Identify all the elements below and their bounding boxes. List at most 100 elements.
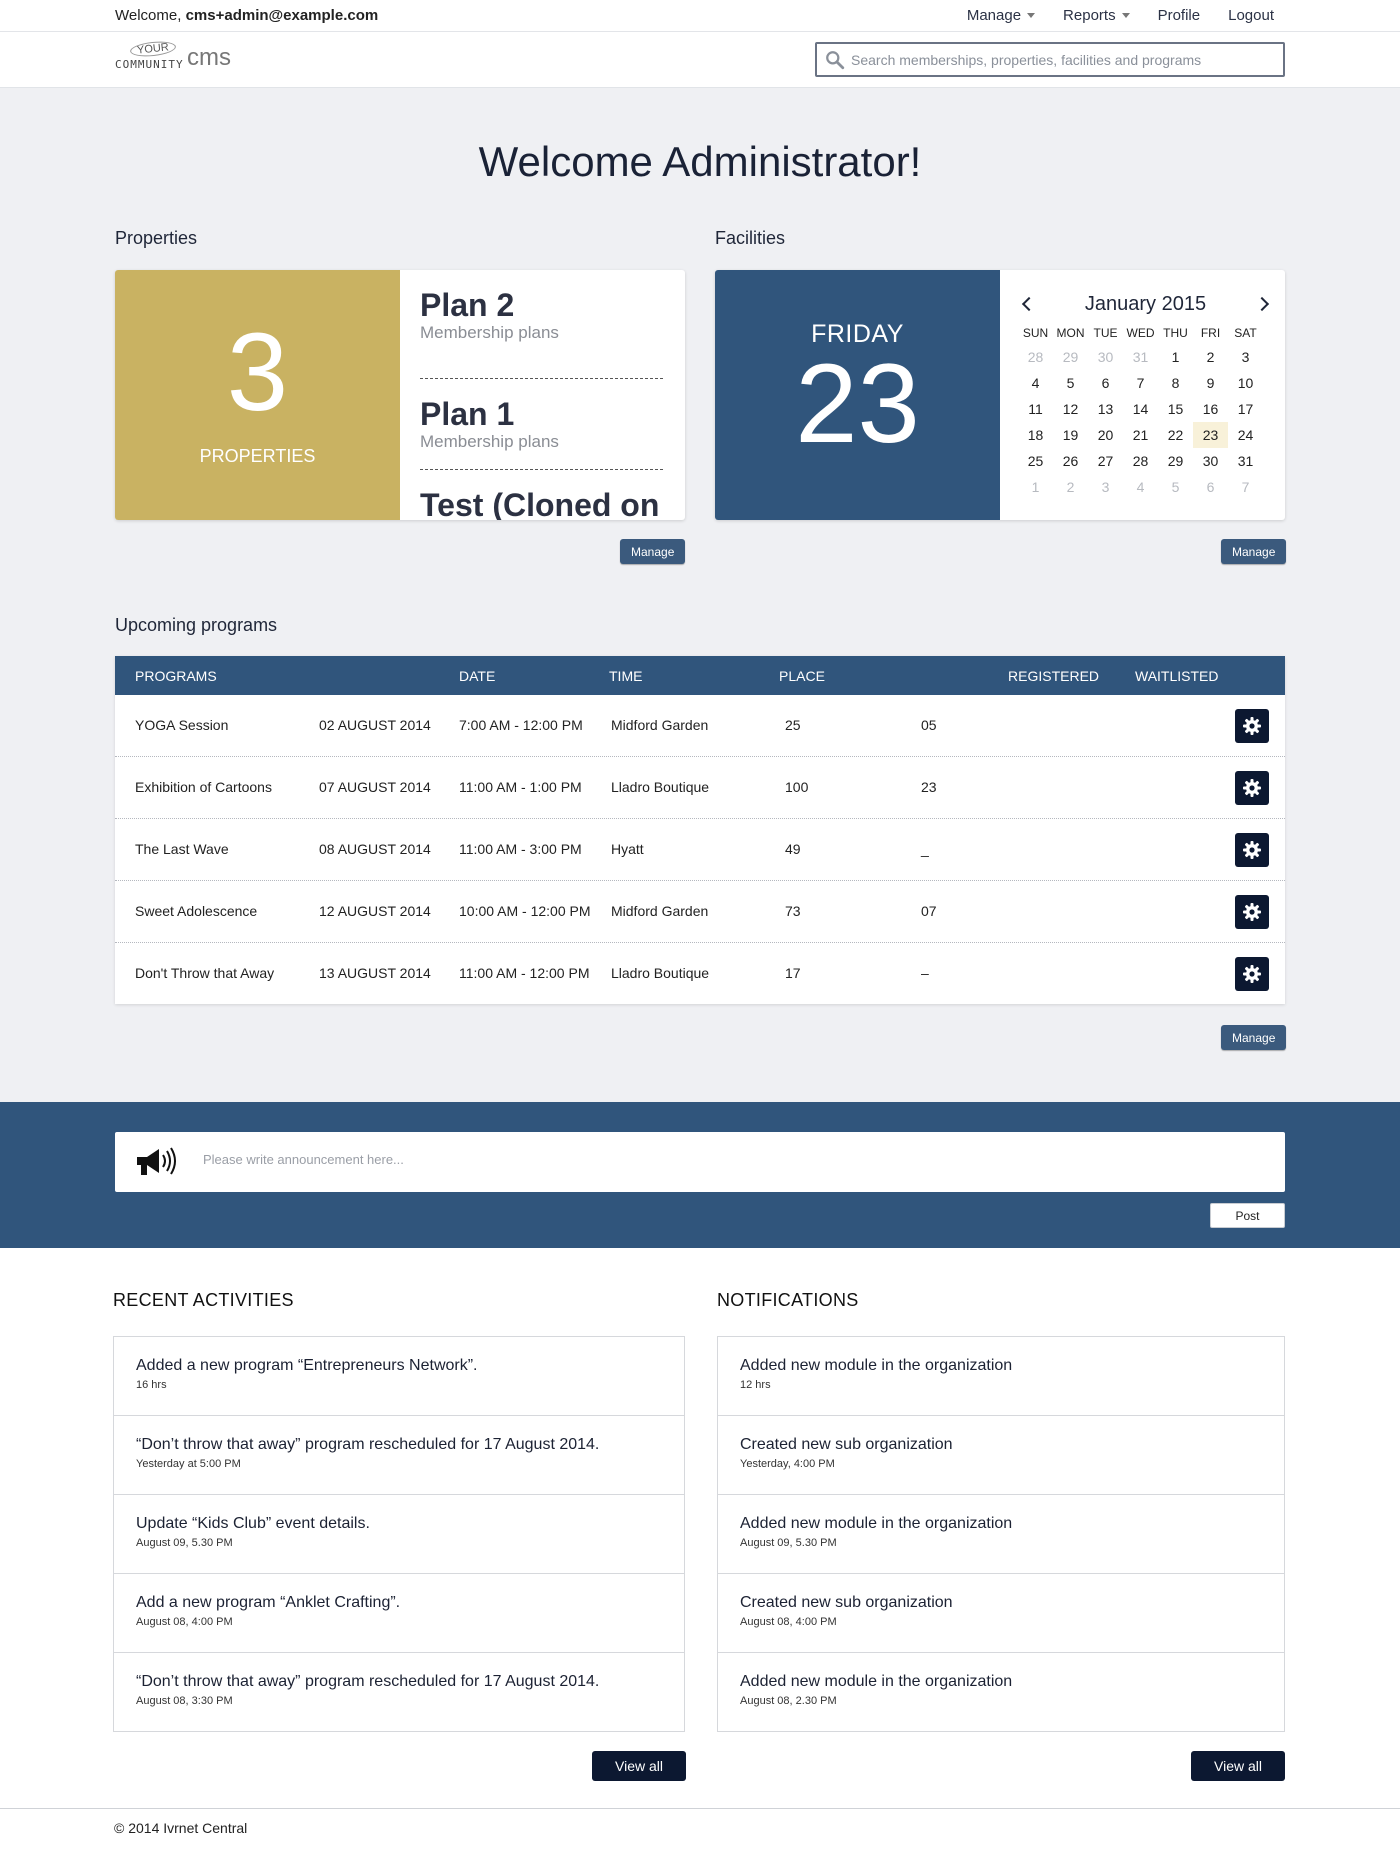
plan-item[interactable]: Plan 1 Membership plans: [420, 379, 663, 470]
calendar-day[interactable]: 28: [1018, 344, 1053, 370]
calendar-day[interactable]: 10: [1228, 370, 1263, 396]
calendar-day[interactable]: 31: [1228, 448, 1263, 474]
item-time: Yesterday at 5:00 PM: [136, 1458, 241, 1470]
properties-manage-button[interactable]: Manage: [620, 539, 686, 564]
calendar-day[interactable]: 29: [1158, 448, 1193, 474]
calendar-day[interactable]: 27: [1088, 448, 1123, 474]
calendar-day[interactable]: 15: [1158, 396, 1193, 422]
table-row[interactable]: Don't Throw that Away 13 AUGUST 2014 11:00…: [115, 943, 1285, 1004]
calendar-day[interactable]: 20: [1088, 422, 1123, 448]
cell-time: 10:00 AM - 12:00 PM: [459, 903, 591, 919]
calendar-day[interactable]: 8: [1158, 370, 1193, 396]
notifications-view-all-button[interactable]: View all: [1191, 1751, 1285, 1781]
calendar-day[interactable]: 31: [1123, 344, 1158, 370]
calendar-day[interactable]: 11: [1018, 396, 1053, 422]
cell-place: Hyatt: [611, 841, 644, 857]
settings-button[interactable]: [1235, 833, 1269, 867]
table-row[interactable]: Exhibition of Cartoons 07 AUGUST 2014 11:0…: [115, 757, 1285, 819]
calendar-day[interactable]: 2: [1053, 474, 1088, 500]
calendar-day[interactable]: 5: [1158, 474, 1193, 500]
calendar-day[interactable]: 3: [1228, 344, 1263, 370]
calendar-day[interactable]: 22: [1158, 422, 1193, 448]
programs-table-body: YOGA Session 02 AUGUST 2014 7:00 AM - 12:0…: [115, 695, 1285, 1004]
calendar-day[interactable]: 7: [1123, 370, 1158, 396]
top-bar: Welcome, cms+admin@example.com Manage Re…: [0, 0, 1400, 32]
facilities-label: Facilities: [715, 228, 786, 248]
table-row[interactable]: Sweet Adolescence 12 AUGUST 2014 10:00 AM …: [115, 881, 1285, 943]
calendar-day[interactable]: 6: [1088, 370, 1123, 396]
footer-copyright: © 2014 Ivrnet Central: [114, 1820, 248, 1836]
calendar-day[interactable]: 14: [1123, 396, 1158, 422]
table-row[interactable]: YOGA Session 02 AUGUST 2014 7:00 AM - 12:0…: [115, 695, 1285, 757]
dashboard-main: Welcome Administrator! Properties Facili…: [0, 88, 1400, 1102]
calendar-day[interactable]: 1: [1158, 344, 1193, 370]
calendar-day[interactable]: 1: [1018, 474, 1053, 500]
calendar-day[interactable]: 9: [1193, 370, 1228, 396]
list-item[interactable]: “Don’t throw that away” program reschedu…: [114, 1653, 684, 1731]
list-item[interactable]: “Don’t throw that away” program reschedu…: [114, 1416, 684, 1495]
list-item[interactable]: Added a new program “Entrepreneurs Netwo…: [114, 1337, 684, 1416]
calendar-day[interactable]: 30: [1193, 448, 1228, 474]
column-header: TIME: [609, 668, 643, 684]
programs-manage-button[interactable]: Manage: [1221, 1025, 1287, 1050]
calendar-day[interactable]: 30: [1088, 344, 1123, 370]
calendar-day[interactable]: 17: [1228, 396, 1263, 422]
calendar-day[interactable]: 4: [1123, 474, 1158, 500]
list-item[interactable]: Created new sub organization August 08, 4…: [718, 1574, 1284, 1653]
table-row[interactable]: The Last Wave 08 AUGUST 2014 11:00 AM - 3:…: [115, 819, 1285, 881]
calendar-day[interactable]: 25: [1018, 448, 1053, 474]
logo-your: YOUR: [129, 39, 177, 59]
calendar-day[interactable]: 12: [1053, 396, 1088, 422]
cell-date: 08 AUGUST 2014: [319, 841, 431, 857]
nav-reports[interactable]: Reports: [1063, 7, 1130, 24]
calendar-day[interactable]: 18: [1018, 422, 1053, 448]
gear-icon: [1243, 903, 1261, 921]
calendar-day[interactable]: 4: [1018, 370, 1053, 396]
calendar-day[interactable]: 26: [1053, 448, 1088, 474]
announcement-input[interactable]: [203, 1152, 1263, 1182]
settings-button[interactable]: [1235, 709, 1269, 743]
cell-waitlisted: 05: [921, 717, 937, 733]
cell-place: Midford Garden: [611, 903, 709, 919]
calendar-day[interactable]: 19: [1053, 422, 1088, 448]
plan-item[interactable]: Plan 2 Membership plans: [420, 287, 663, 379]
settings-button[interactable]: [1235, 771, 1269, 805]
list-item[interactable]: Created new sub organization Yesterday, 4…: [718, 1416, 1284, 1495]
post-button[interactable]: Post: [1210, 1203, 1285, 1228]
calendar-day[interactable]: 29: [1053, 344, 1088, 370]
calendar-day[interactable]: 23: [1193, 422, 1228, 448]
activity-section: RECENT ACTIVITIES NOTIFICATIONS Added a …: [0, 1248, 1400, 1808]
logo[interactable]: YOUR COMMUNITY cms: [115, 39, 245, 78]
calendar-day[interactable]: 7: [1228, 474, 1263, 500]
nav-profile[interactable]: Profile: [1158, 7, 1201, 24]
list-item[interactable]: Added new module in the organization 12 h…: [718, 1337, 1284, 1416]
calendar-day[interactable]: 28: [1123, 448, 1158, 474]
list-item[interactable]: Add a new program “Anklet Crafting”. Augu…: [114, 1574, 684, 1653]
settings-button[interactable]: [1235, 895, 1269, 929]
calendar-day[interactable]: 16: [1193, 396, 1228, 422]
calendar-day[interactable]: 13: [1088, 396, 1123, 422]
chevron-left-icon[interactable]: [1021, 296, 1037, 312]
facilities-manage-button[interactable]: Manage: [1221, 539, 1287, 564]
activities-view-all-button[interactable]: View all: [592, 1751, 686, 1781]
list-item[interactable]: Added new module in the organization Augu…: [718, 1653, 1284, 1731]
item-time: August 09, 5.30 PM: [136, 1537, 233, 1549]
settings-button[interactable]: [1235, 957, 1269, 991]
properties-count-label: PROPERTIES: [199, 446, 316, 466]
properties-count-panel[interactable]: 3 PROPERTIES: [115, 270, 400, 520]
nav-logout[interactable]: Logout: [1228, 7, 1274, 24]
list-item[interactable]: Update “Kids Club” event details. August …: [114, 1495, 684, 1574]
calendar-day[interactable]: 21: [1123, 422, 1158, 448]
nav-reports-label: Reports: [1063, 7, 1116, 24]
calendar-day[interactable]: 24: [1228, 422, 1263, 448]
nav-manage[interactable]: Manage: [967, 7, 1036, 24]
plan-type: Membership plans: [420, 323, 559, 343]
calendar-day[interactable]: 3: [1088, 474, 1123, 500]
chevron-right-icon[interactable]: [1254, 296, 1270, 312]
plan-item[interactable]: Test (Cloned on: [420, 470, 663, 520]
calendar-day[interactable]: 6: [1193, 474, 1228, 500]
calendar-day[interactable]: 2: [1193, 344, 1228, 370]
list-item[interactable]: Added new module in the organization Augu…: [718, 1495, 1284, 1574]
calendar-day[interactable]: 5: [1053, 370, 1088, 396]
search-input[interactable]: [851, 51, 1271, 68]
